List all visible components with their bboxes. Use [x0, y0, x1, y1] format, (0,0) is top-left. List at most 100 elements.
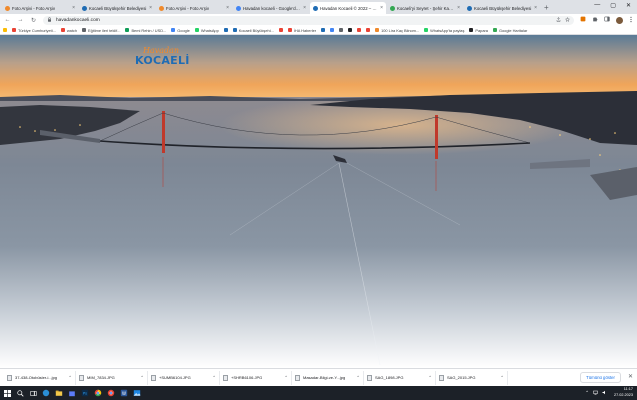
tab-title: Foto Arşivi - Foto Arşiv	[166, 5, 209, 11]
bookmarks-bar: Türkiye Cumhuriyeti... watch Eğitime ileri…	[0, 26, 637, 35]
tab-favicon-icon	[467, 5, 472, 11]
chevron-up-icon[interactable]: ⌃	[585, 390, 589, 396]
bookmark-item[interactable]: Google	[171, 28, 190, 33]
download-filename: MIM_7834.JPG	[87, 375, 115, 380]
forward-button[interactable]: →	[17, 17, 24, 23]
edge-icon[interactable]	[42, 389, 50, 397]
show-all-downloads-button[interactable]: Tümünü göster	[580, 372, 621, 383]
url-text[interactable]: havadankocaeli.com	[56, 18, 100, 23]
bookmark-item[interactable]	[278, 28, 283, 32]
chrome-profile-icon[interactable]	[107, 389, 115, 397]
taskbar-clock[interactable]: 11:17 27.02.2023	[614, 387, 633, 398]
tab-close-icon[interactable]: ×	[226, 5, 229, 11]
bookmark-item[interactable]	[348, 28, 353, 32]
bookmark-favicon-icon	[278, 28, 283, 32]
bookmark-item[interactable]	[330, 28, 335, 32]
download-menu-chevron-icon[interactable]: ⌃	[428, 375, 432, 381]
store-icon[interactable]	[68, 389, 76, 397]
word-icon[interactable]: W	[120, 389, 128, 397]
download-item[interactable]: MIM_7834.JPG ⌃	[76, 370, 148, 385]
browser-tab[interactable]: Kocaeli Büyükşehir Belediyesi ×	[79, 2, 155, 14]
bookmark-item[interactable]: 100 Lira Kaç Biinom...	[375, 28, 419, 33]
download-menu-chevron-icon[interactable]: ⌃	[68, 375, 72, 381]
download-filename: +SHRB6106.JPG	[231, 375, 263, 380]
share-icon[interactable]	[556, 16, 561, 24]
file-explorer-icon[interactable]	[55, 389, 63, 397]
close-window-button[interactable]: ✕	[626, 2, 631, 9]
download-item[interactable]: +SHRB6106.JPG ⌃	[220, 370, 292, 385]
bookmark-item[interactable]	[223, 28, 228, 32]
bookmark-item[interactable]	[366, 28, 371, 32]
download-item[interactable]: Masadar-Bilgi-ve-Y...jpg ⌃	[292, 370, 364, 385]
tab-close-icon[interactable]: ×	[457, 5, 460, 11]
download-menu-chevron-icon[interactable]: ⌃	[356, 375, 360, 381]
close-shelf-icon[interactable]: ✕	[628, 373, 633, 380]
bookmark-item[interactable]	[3, 28, 7, 32]
extensions-puzzle-icon[interactable]	[592, 16, 598, 24]
tab-title: Havadan kocaeli - Google'da Ara	[243, 5, 302, 11]
browser-tab[interactable]: Foto Arşivi - Foto Arşiv ×	[156, 2, 232, 14]
bookmark-item[interactable]	[321, 28, 326, 32]
download-item[interactable]: 37-438-Otobüsler-i...jpg ⌃	[4, 370, 76, 385]
volume-icon[interactable]	[602, 390, 607, 396]
bookmark-item[interactable]	[339, 28, 344, 32]
network-icon[interactable]	[593, 390, 598, 396]
bookmark-item[interactable]: WhatsApp	[194, 28, 219, 33]
menu-dots-icon[interactable]	[629, 16, 633, 25]
havadan-kocaeli-logo[interactable]: Havadan KOCAELİ	[133, 46, 189, 70]
bookmark-favicon-icon	[424, 28, 429, 32]
lock-icon[interactable]	[47, 17, 52, 23]
tab-close-icon[interactable]: ×	[149, 5, 152, 11]
bookmark-item[interactable]: İHA Haberler	[287, 28, 316, 33]
sidebar-icon[interactable]	[604, 16, 610, 24]
browser-tab[interactable]: Havadan kocaeli - Google'da Ara ×	[233, 2, 309, 14]
minimize-button[interactable]: —	[594, 2, 600, 9]
bookmark-item[interactable]: Bemi Rehin / USD...	[125, 28, 166, 33]
bookmark-favicon-icon	[3, 28, 7, 32]
address-bar[interactable]: havadankocaeli.com	[43, 15, 574, 25]
windows-start-icon[interactable]	[3, 389, 11, 397]
bookmark-item[interactable]: Papara	[469, 28, 488, 33]
browser-tab[interactable]: Havadan Kocaeli © 2022 – Havadan×	[310, 2, 386, 14]
search-icon[interactable]	[16, 389, 24, 397]
bookmark-star-icon[interactable]	[564, 16, 571, 24]
browser-tab[interactable]: Foto Arşivi - Foto Arşiv ×	[2, 2, 78, 14]
file-icon	[7, 374, 12, 381]
download-menu-chevron-icon[interactable]: ⌃	[212, 375, 216, 381]
tab-close-icon[interactable]: ×	[534, 5, 537, 11]
bookmark-favicon-icon	[366, 28, 371, 32]
bookmark-item[interactable]: Türkiye Cumhuriyeti...	[12, 28, 56, 33]
download-item[interactable]: SAG_2015.JPG ⌃	[436, 370, 508, 385]
tab-close-icon[interactable]: ×	[303, 5, 306, 11]
download-menu-chevron-icon[interactable]: ⌃	[284, 375, 288, 381]
bookmark-item[interactable]: Eğitime ileri teklif...	[82, 28, 120, 33]
bookmark-label: Google	[177, 27, 190, 33]
download-menu-chevron-icon[interactable]: ⌃	[140, 375, 144, 381]
file-icon	[223, 374, 228, 381]
bookmark-item[interactable]: watch	[60, 27, 78, 33]
bookmark-item[interactable]: Google Haritalar	[492, 27, 528, 33]
extension-icon[interactable]	[580, 16, 586, 24]
browser-tab[interactable]: Kocaeli Büyükşehir Belediyesi ×	[464, 2, 540, 14]
bookmark-label: watch	[66, 27, 78, 33]
back-button[interactable]: ←	[4, 17, 11, 23]
download-item[interactable]: SAG_1898.JPG ⌃	[364, 370, 436, 385]
tab-title: Kocaeli Büyükşehir Belediyesi	[89, 5, 147, 11]
download-menu-chevron-icon[interactable]: ⌃	[500, 375, 504, 381]
chrome-icon[interactable]	[94, 389, 102, 397]
bookmark-label: Google Haritalar	[498, 27, 528, 33]
photos-icon[interactable]	[133, 389, 141, 397]
bookmark-item[interactable]: WhatsApp'ta paylaş	[424, 28, 464, 33]
profile-avatar[interactable]	[616, 16, 623, 24]
maximize-button[interactable]: ▢	[610, 2, 616, 9]
bookmark-item[interactable]	[357, 28, 362, 32]
photoshop-icon[interactable]: Ps	[81, 389, 89, 397]
browser-tab[interactable]: Kocaeli'yi Seyret - Şehir Kamerası×	[387, 2, 463, 14]
download-item[interactable]: +SUMB6104.JPG ⌃	[148, 370, 220, 385]
reload-button[interactable]: ↻	[30, 17, 37, 24]
bookmark-item[interactable]: Kocaeli Büyükşehi...	[232, 28, 274, 33]
tab-close-icon[interactable]: ×	[380, 5, 383, 11]
task-view-icon[interactable]	[29, 389, 37, 397]
tab-close-icon[interactable]: ×	[72, 5, 75, 11]
new-tab-button[interactable]: +	[544, 3, 549, 12]
